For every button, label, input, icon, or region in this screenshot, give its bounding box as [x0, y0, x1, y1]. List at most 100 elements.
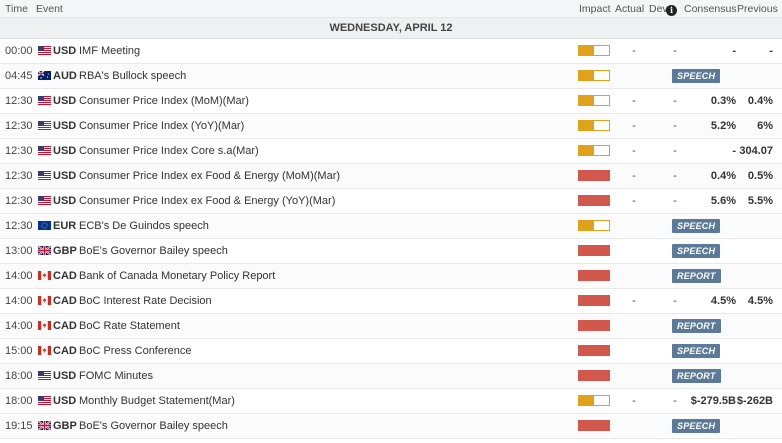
- impact-medium-indicator: [578, 145, 610, 156]
- speech-tag[interactable]: SPEECH: [672, 69, 721, 83]
- currency-code: AUD: [53, 70, 77, 82]
- currency-code: USD: [53, 145, 77, 157]
- event-time: 00:00: [5, 45, 33, 57]
- table-row[interactable]: 12:30 USD Consumer Price Index Core s.a(Ma…: [0, 139, 782, 164]
- currency-code: USD: [53, 120, 77, 132]
- table-row[interactable]: 00:00 USD IMF Meeting - - - -: [0, 39, 782, 64]
- impact-medium-indicator: [578, 70, 610, 81]
- impact-medium-indicator: [578, 45, 610, 56]
- table-row[interactable]: 14:00 CAD BoC Interest Rate Decision - -4.5%…: [0, 289, 782, 314]
- impact-medium-indicator: [578, 395, 610, 406]
- event-name[interactable]: Consumer Price Index (MoM)(Mar): [79, 89, 249, 113]
- table-row[interactable]: 12:30 USD Consumer Price Index (MoM)(Mar) -…: [0, 89, 782, 114]
- event-name[interactable]: Bank of Canada Monetary Policy Report: [79, 264, 275, 288]
- currency-code: CAD: [53, 320, 77, 332]
- event-time: 18:00: [5, 395, 33, 407]
- table-row[interactable]: 18:00 USD Monthly Budget Statement(Mar) - - $…: [0, 389, 782, 414]
- currency-code: GBP: [53, 420, 77, 432]
- table-row[interactable]: 19:15 GBP BoE's Governor Bailey speech SPEE…: [0, 414, 782, 439]
- event-time: 12:30: [5, 120, 33, 132]
- col-time: Time: [5, 3, 28, 15]
- event-name[interactable]: Monthly Budget Statement(Mar): [79, 389, 235, 413]
- actual-value: -: [632, 395, 636, 407]
- speech-tag[interactable]: SPEECH: [672, 344, 721, 358]
- impact-medium-indicator: [578, 220, 610, 231]
- table-row[interactable]: 12:30 USD Consumer Price Index ex Food & E…: [0, 189, 782, 214]
- event-name[interactable]: Consumer Price Index (YoY)(Mar): [79, 114, 244, 138]
- actual-value: -: [632, 95, 636, 107]
- consensus-value: -: [732, 145, 736, 157]
- impact-high-indicator: [578, 270, 610, 281]
- speech-tag[interactable]: SPEECH: [672, 244, 721, 258]
- currency-code: USD: [53, 170, 77, 182]
- us-flag-icon: [38, 121, 51, 130]
- eu-flag-icon: [38, 221, 51, 230]
- event-name[interactable]: BoC Press Conference: [79, 339, 192, 363]
- table-row[interactable]: 12:30 USD Consumer Price Index (YoY)(Mar) -…: [0, 114, 782, 139]
- us-flag-icon: [38, 171, 51, 180]
- us-flag-icon: [38, 146, 51, 155]
- currency-code: CAD: [53, 345, 77, 357]
- consensus-value: -: [732, 45, 736, 57]
- consensus-value: $-279.5B: [690, 395, 736, 407]
- currency-code: USD: [53, 95, 77, 107]
- event-time: 15:00: [5, 345, 33, 357]
- event-name[interactable]: RBA's Bullock speech: [79, 64, 186, 88]
- previous-value: 0.5%: [747, 170, 773, 182]
- event-name[interactable]: BoE's Governor Bailey speech: [79, 414, 228, 438]
- us-flag-icon: [38, 396, 51, 405]
- previous-value: 304.07: [739, 145, 773, 157]
- event-name[interactable]: IMF Meeting: [79, 39, 140, 63]
- ca-flag-icon: [38, 296, 51, 305]
- events-table: 00:00 USD IMF Meeting - - - -04:45 AUD RBA's Bul…: [0, 39, 782, 439]
- column-header: Time Event Impact Actual Dev i Consensus…: [0, 0, 782, 18]
- impact-high-indicator: [578, 195, 610, 206]
- previous-value: 5.5%: [747, 195, 773, 207]
- event-name[interactable]: BoE's Governor Bailey speech: [79, 239, 228, 263]
- impact-medium-indicator: [578, 95, 610, 106]
- currency-code: CAD: [53, 270, 77, 282]
- table-row[interactable]: 12:30 USD Consumer Price Index ex Food & E…: [0, 164, 782, 189]
- table-row[interactable]: 12:30 EUR ECB's De Guindos speech SPEECH: [0, 214, 782, 239]
- consensus-value: 0.3%: [710, 95, 736, 107]
- actual-value: -: [632, 145, 636, 157]
- report-tag[interactable]: REPORT: [672, 369, 721, 383]
- col-consensus: Consensus: [684, 3, 737, 15]
- gb-flag-icon: [38, 246, 51, 255]
- event-name[interactable]: FOMC Minutes: [79, 364, 153, 388]
- table-row[interactable]: 14:00 CAD Bank of Canada Monetary Policy R…: [0, 264, 782, 289]
- event-name[interactable]: ECB's De Guindos speech: [79, 214, 209, 238]
- col-impact: Impact: [579, 3, 611, 15]
- table-row[interactable]: 04:45 AUD RBA's Bullock speech SPEECH: [0, 64, 782, 89]
- event-name[interactable]: BoC Interest Rate Decision: [79, 289, 212, 313]
- table-row[interactable]: 18:00 USD FOMC Minutes REPORT: [0, 364, 782, 389]
- impact-high-indicator: [578, 295, 610, 306]
- currency-code: USD: [53, 395, 77, 407]
- table-row[interactable]: 15:00 CAD BoC Press Conference SPEECH: [0, 339, 782, 364]
- report-tag[interactable]: REPORT: [672, 269, 721, 283]
- impact-high-indicator: [578, 320, 610, 331]
- event-name[interactable]: Consumer Price Index Core s.a(Mar): [79, 139, 259, 163]
- previous-value: 4.5%: [747, 295, 773, 307]
- report-tag[interactable]: REPORT: [672, 319, 721, 333]
- table-row[interactable]: 14:00 CAD BoC Rate Statement REPORT: [0, 314, 782, 339]
- event-name[interactable]: Consumer Price Index ex Food & Energy (M…: [79, 164, 340, 188]
- event-name[interactable]: BoC Rate Statement: [79, 314, 180, 338]
- actual-value: -: [632, 195, 636, 207]
- consensus-value: 5.2%: [710, 120, 736, 132]
- previous-value: 0.4%: [747, 95, 773, 107]
- table-row[interactable]: 13:00 GBP BoE's Governor Bailey speech SPEE…: [0, 239, 782, 264]
- col-previous: Previous: [737, 3, 778, 15]
- currency-code: USD: [53, 370, 77, 382]
- col-dev: Dev: [649, 3, 668, 15]
- currency-code: USD: [53, 195, 77, 207]
- event-time: 18:00: [5, 370, 33, 382]
- impact-high-indicator: [578, 345, 610, 356]
- speech-tag[interactable]: SPEECH: [672, 219, 721, 233]
- speech-tag[interactable]: SPEECH: [672, 419, 721, 433]
- actual-value: -: [632, 120, 636, 132]
- consensus-value: 5.6%: [710, 195, 736, 207]
- event-name[interactable]: Consumer Price Index ex Food & Energy (Y…: [79, 189, 335, 213]
- event-time: 12:30: [5, 170, 33, 182]
- currency-code: USD: [53, 45, 77, 57]
